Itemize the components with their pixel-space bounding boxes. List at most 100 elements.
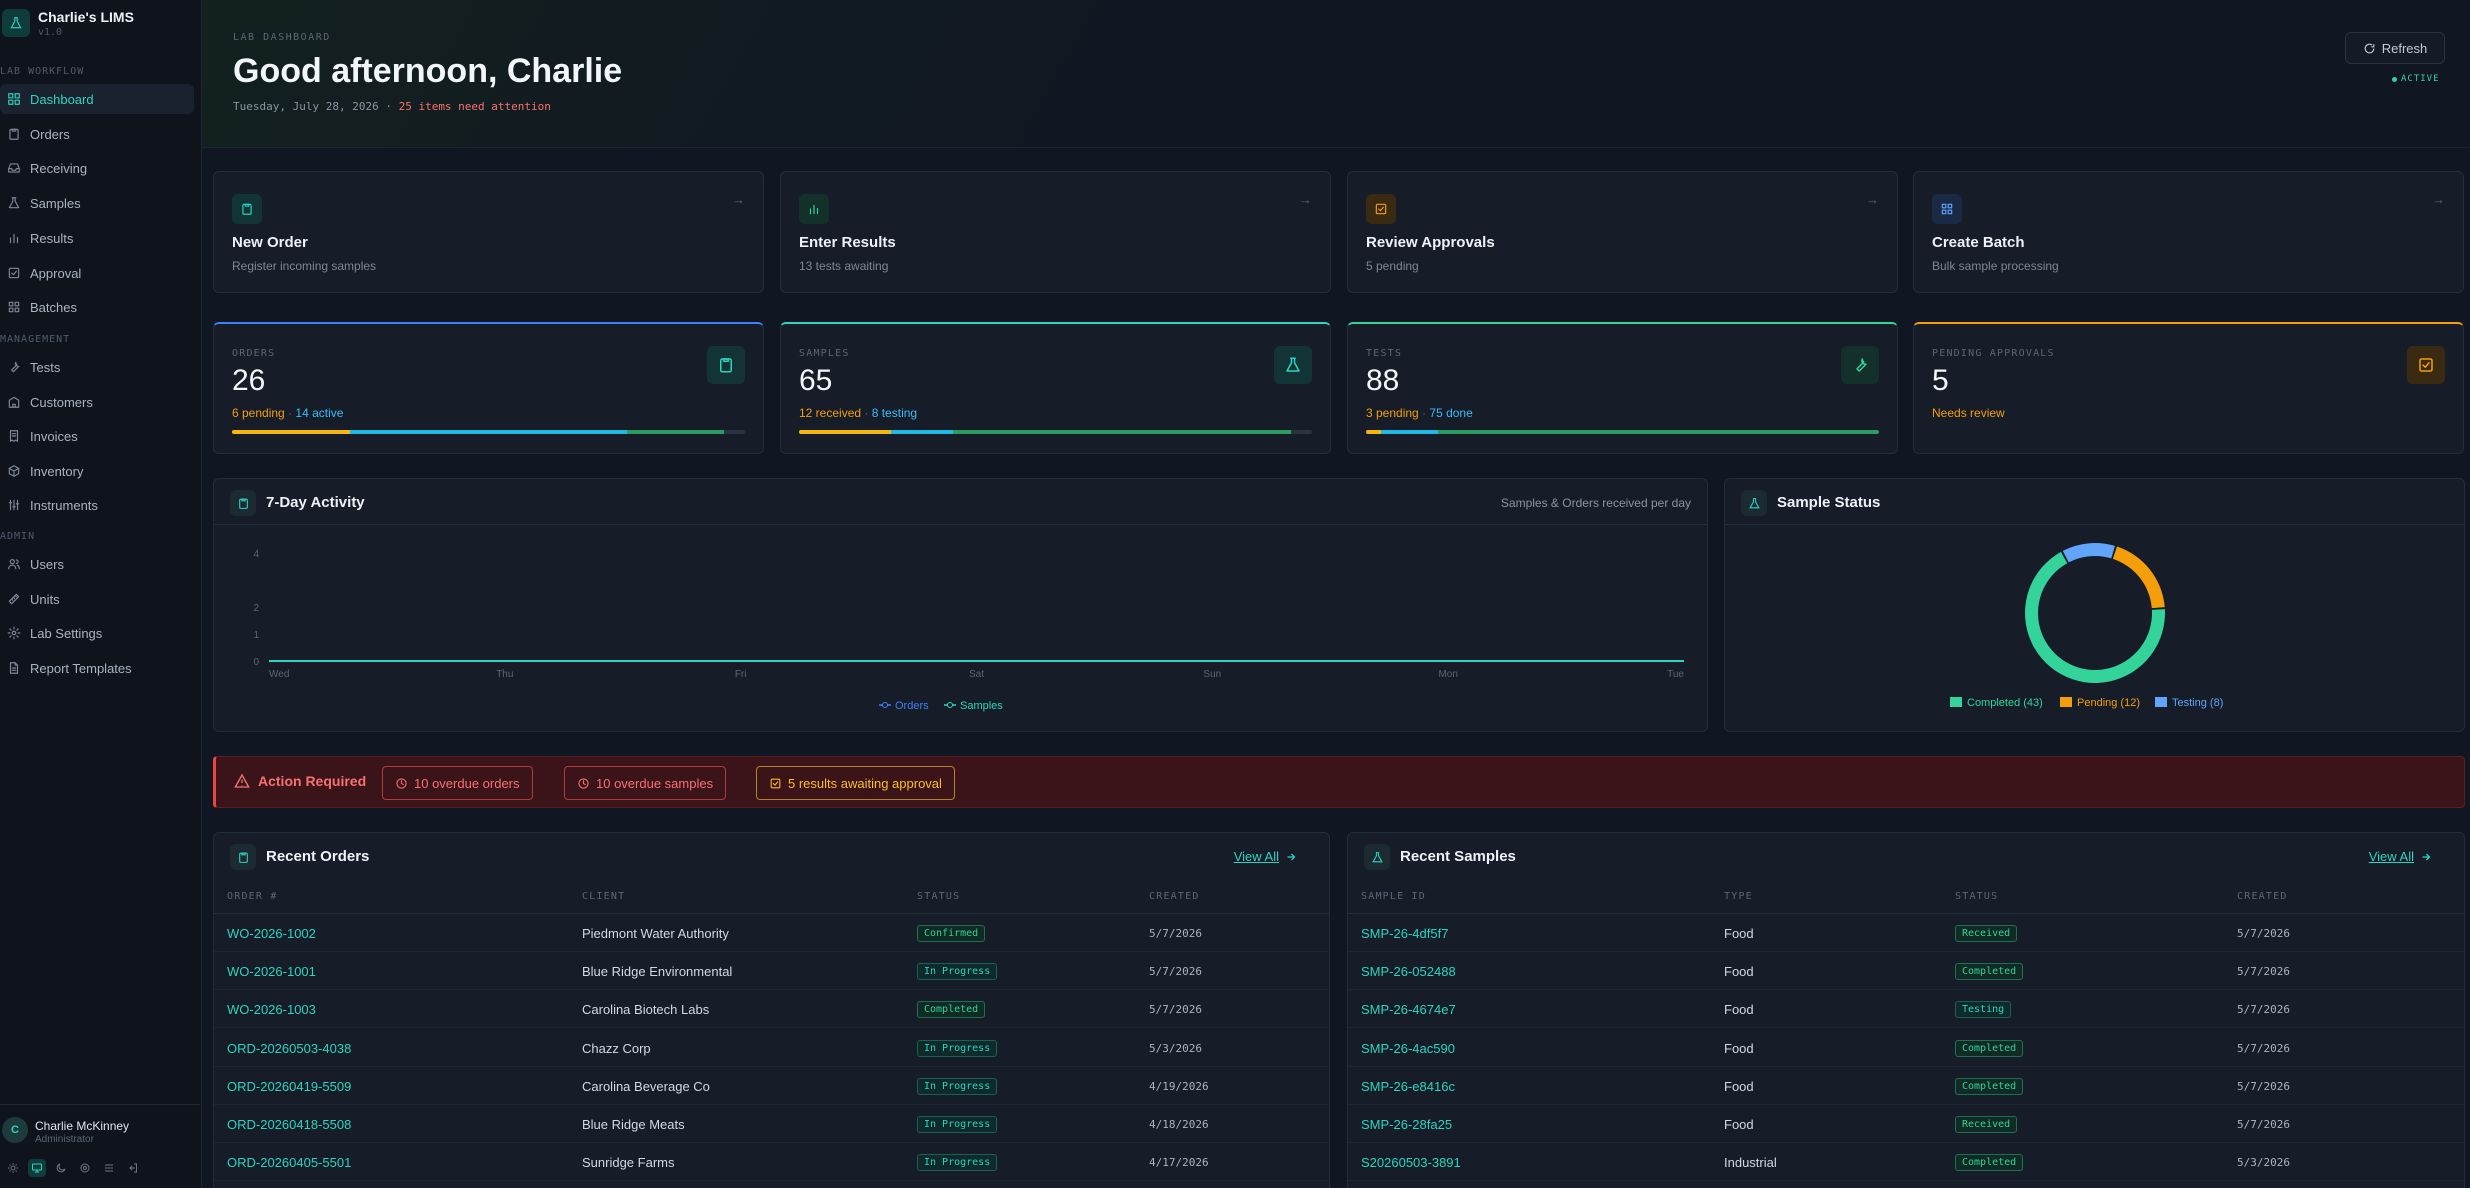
gear-icon[interactable] xyxy=(76,1159,94,1177)
row-id-link[interactable]: ORD-20260503-4038 xyxy=(227,1041,351,1056)
legend-item[interactable]: Pending (12) xyxy=(2060,697,2140,709)
stat-card-tests[interactable]: TESTS 88 3 pending · 75 done xyxy=(1347,322,1898,454)
collapse-icon[interactable] xyxy=(100,1159,118,1177)
sidebar-item-report-templates[interactable]: Report Templates xyxy=(0,653,194,683)
table-row[interactable]: ORD-20260503-4038 Chazz Corp In Progress… xyxy=(214,1029,1329,1067)
sidebar-item-instruments[interactable]: Instruments xyxy=(0,490,194,520)
action-required-bar: Action Required 10 overdue orders 10 over… xyxy=(213,756,2465,808)
table-row[interactable]: SMP-26-4674e7 Food Testing 5/7/2026 xyxy=(1348,990,2464,1029)
row-id-link[interactable]: SMP-26-4674e7 xyxy=(1361,1002,1456,1017)
wrench-icon xyxy=(1841,346,1879,384)
table-row[interactable]: ORD-20260405-5501 Sunridge Farms In Prog… xyxy=(214,1143,1329,1182)
moon-icon[interactable] xyxy=(52,1159,70,1177)
sidebar-item-units[interactable]: Units xyxy=(0,584,194,614)
stat-card-pending-approvals[interactable]: PENDING APPROVALS 5 Needs review xyxy=(1913,322,2464,454)
quick-action-new-order[interactable]: → New Order Register incoming samples xyxy=(213,171,764,293)
quick-action-enter-results[interactable]: → Enter Results 13 tests awaiting xyxy=(780,171,1331,293)
stat-card-samples[interactable]: SAMPLES 65 12 received · 8 testing xyxy=(780,322,1331,454)
row-id-link[interactable]: WO-2026-1002 xyxy=(227,926,316,941)
quick-action-title: Create Batch xyxy=(1932,234,2025,251)
table-row[interactable]: WO-2026-1003 Carolina Biotech Labs Compl… xyxy=(214,990,1329,1029)
row-id-link[interactable]: SMP-26-4df5f7 xyxy=(1361,926,1448,941)
action-chip[interactable]: 5 results awaiting approval xyxy=(756,766,955,800)
row-created-date: 5/7/2026 xyxy=(2237,1118,2290,1131)
table-row[interactable]: SMP-26-28fa25 Food Received 5/7/2026 xyxy=(1348,1105,2464,1143)
column-header[interactable]: CREATED xyxy=(1149,891,1200,902)
dashboard-icon xyxy=(6,91,22,107)
sidebar-item-users[interactable]: Users xyxy=(0,549,194,579)
column-header[interactable]: STATUS xyxy=(917,891,960,902)
sidebar-item-batches[interactable]: Batches xyxy=(0,292,194,322)
table-row[interactable]: SMP-26-052488 Food Completed 5/7/2026 xyxy=(1348,952,2464,991)
action-chip[interactable]: 10 overdue samples xyxy=(564,766,727,800)
table-row[interactable]: WO-2026-1002 Piedmont Water Authority Co… xyxy=(214,914,1329,952)
row-id-link[interactable]: WO-2026-1003 xyxy=(227,1002,316,1017)
column-header[interactable]: SAMPLE ID xyxy=(1361,891,1426,902)
column-header[interactable]: ORDER # xyxy=(227,891,278,902)
sidebar-item-samples[interactable]: Samples xyxy=(0,188,194,218)
orders-view-all-link[interactable]: View All xyxy=(1234,849,1297,864)
sidebar-item-lab-settings[interactable]: Lab Settings xyxy=(0,618,194,648)
sidebar-item-results[interactable]: Results xyxy=(0,223,194,253)
status-badge: Confirmed xyxy=(917,925,986,942)
legend-label: Samples xyxy=(960,700,1003,712)
row-id-link[interactable]: ORD-20260419-5509 xyxy=(227,1079,351,1094)
brand[interactable]: Charlie's LIMS v1.0 xyxy=(0,0,200,46)
sidebar-item-inventory[interactable]: Inventory xyxy=(0,456,194,486)
samples-view-all-link[interactable]: View All xyxy=(2369,849,2432,864)
sidebar-item-receiving[interactable]: Receiving xyxy=(0,153,194,183)
sidebar-item-orders[interactable]: Orders xyxy=(0,119,194,149)
sidebar-item-tests[interactable]: Tests xyxy=(0,352,194,382)
sidebar-item-dashboard[interactable]: Dashboard xyxy=(0,84,194,114)
pie-slice[interactable] xyxy=(2112,546,2165,609)
logout-icon[interactable] xyxy=(124,1159,142,1177)
table-row[interactable]: SMP-26-4ac590 Food Completed 5/7/2026 xyxy=(1348,1029,2464,1067)
page-eyebrow: LAB DASHBOARD xyxy=(233,32,331,43)
column-header[interactable]: STATUS xyxy=(1955,891,1998,902)
table-row[interactable]: S20260503-3891 Industrial Completed 5/3/… xyxy=(1348,1143,2464,1182)
avatar[interactable]: C xyxy=(2,1117,28,1143)
quick-action-review-approvals[interactable]: → Review Approvals 5 pending xyxy=(1347,171,1898,293)
table-row[interactable]: ORD-20260419-5509 Carolina Beverage Co I… xyxy=(214,1067,1329,1105)
refresh-icon xyxy=(2364,43,2375,53)
file-icon xyxy=(6,660,22,676)
legend-item[interactable]: Testing (8) xyxy=(2155,697,2223,709)
row-id-link[interactable]: WO-2026-1001 xyxy=(227,964,316,979)
page-title: Good afternoon, Charlie xyxy=(233,52,623,90)
row-id-link[interactable]: ORD-20260418-5508 xyxy=(227,1117,351,1132)
quick-action-create-batch[interactable]: → Create Batch Bulk sample processing xyxy=(1913,171,2464,293)
monitor-icon[interactable] xyxy=(28,1159,46,1177)
table-row[interactable]: ORD-20260418-5508 Blue Ridge Meats In Pr… xyxy=(214,1105,1329,1143)
sun-icon[interactable] xyxy=(4,1159,22,1177)
attention-count[interactable]: 25 items need attention xyxy=(399,100,551,113)
stat-sub-primary: Needs review xyxy=(1932,406,2005,420)
row-id-link[interactable]: SMP-26-4ac590 xyxy=(1361,1041,1455,1056)
table-row[interactable]: SMP-26-4df5f7 Food Received 5/7/2026 xyxy=(1348,914,2464,952)
refresh-button[interactable]: Refresh xyxy=(2345,32,2445,64)
row-id-link[interactable]: ORD-20260405-5501 xyxy=(227,1155,351,1170)
status-badge: Completed xyxy=(1955,963,2024,981)
row-id-link[interactable]: SMP-26-28fa25 xyxy=(1361,1117,1452,1132)
sidebar-item-approval[interactable]: Approval xyxy=(0,258,194,288)
column-header[interactable]: TYPE xyxy=(1724,891,1753,902)
row-id-link[interactable]: SMP-26-e8416c xyxy=(1361,1079,1455,1094)
sidebar-item-invoices[interactable]: Invoices xyxy=(0,421,194,451)
stat-card-orders[interactable]: ORDERS 26 6 pending · 14 active xyxy=(213,322,764,454)
status-badge: In Progress xyxy=(917,1116,998,1133)
separator: · xyxy=(378,100,399,113)
row-id-link[interactable]: SMP-26-052488 xyxy=(1361,964,1456,979)
row-id-link[interactable]: S20260503-3891 xyxy=(1361,1155,1461,1170)
pie-slice[interactable] xyxy=(2062,543,2115,563)
progress-segment xyxy=(952,430,1292,434)
column-header[interactable]: CLIENT xyxy=(582,891,625,902)
legend-item[interactable]: Completed (43) xyxy=(1950,697,2043,709)
table-row[interactable]: WO-2026-1001 Blue Ridge Environmental In… xyxy=(214,952,1329,991)
legend-item-orders[interactable]: Orders xyxy=(879,700,929,712)
status-badge: Testing xyxy=(1955,1001,2012,1019)
action-chip[interactable]: 10 overdue orders xyxy=(382,766,533,800)
sidebar-item-customers[interactable]: Customers xyxy=(0,387,194,417)
column-header[interactable]: CREATED xyxy=(2237,891,2288,902)
table-row[interactable]: SMP-26-e8416c Food Completed 5/7/2026 xyxy=(1348,1067,2464,1105)
legend-item-samples[interactable]: Samples xyxy=(944,700,1003,712)
check-square-icon xyxy=(1366,194,1396,224)
